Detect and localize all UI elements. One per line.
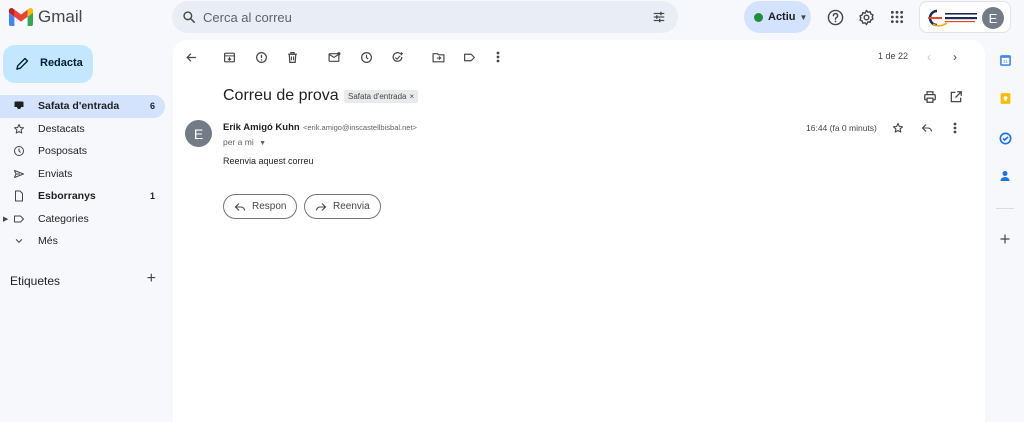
sidebar-item-drafts[interactable]: Esborranys 1 — [0, 185, 165, 208]
snooze-clock-icon[interactable] — [358, 49, 374, 65]
message-body: Reenvia aquest correu — [223, 156, 314, 166]
svg-text:31: 31 — [1003, 59, 1008, 64]
top-bar: Gmail Actiu ▼ — [0, 0, 1024, 34]
sidebar-item-label: Categories — [38, 212, 89, 225]
apps-grid-icon[interactable] — [888, 8, 906, 26]
sidebar-item-label: Safata d'entrada — [38, 100, 120, 113]
archive-icon[interactable] — [221, 49, 237, 65]
send-icon — [13, 168, 25, 180]
sidebar-item-sent[interactable]: Enviats — [0, 163, 165, 186]
compose-label: Redacta — [40, 57, 83, 69]
star-icon[interactable] — [891, 121, 905, 135]
sender-avatar[interactable]: E — [185, 120, 212, 147]
label-tag-icon[interactable] — [461, 49, 477, 65]
labels-title: Etiquetes — [10, 274, 61, 288]
search-options-icon[interactable] — [652, 10, 666, 24]
forward-button[interactable]: Reenvia — [304, 194, 381, 219]
reply-icon — [234, 202, 246, 211]
compose-button[interactable]: Redacta — [3, 45, 93, 83]
add-to-tasks-icon[interactable] — [389, 49, 405, 65]
reply-button-label: Respon — [252, 201, 287, 212]
chevron-left-icon[interactable]: ‹ — [922, 49, 936, 65]
status-dot — [754, 12, 763, 22]
report-spam-icon[interactable] — [253, 49, 269, 65]
forward-button-label: Reenvia — [333, 201, 370, 212]
chevron-right-icon[interactable]: › — [948, 49, 962, 65]
more-vert-icon[interactable] — [948, 121, 962, 135]
recipient-details[interactable]: per a mi ▼ — [223, 137, 266, 147]
draft-icon — [13, 190, 25, 202]
print-icon[interactable] — [923, 90, 937, 104]
calendar-icon[interactable]: 31 — [997, 52, 1013, 68]
app-name: Gmail — [38, 7, 83, 26]
reply-button[interactable]: Respon — [223, 194, 298, 219]
expand-arrow-icon[interactable]: ▶ — [3, 215, 8, 223]
pencil-icon — [16, 57, 29, 70]
status-selector[interactable]: Actiu ▼ — [744, 1, 811, 33]
sidebar-nav: Safata d'entrada 6 Destacats Posposats E… — [0, 95, 165, 253]
unread-count: 6 — [149, 101, 155, 112]
open-in-new-window-icon[interactable] — [949, 90, 963, 104]
sidebar-item-label: Destacats — [38, 122, 85, 135]
draft-count: 1 — [149, 191, 155, 202]
forward-icon — [315, 202, 327, 211]
labels-section-header: Etiquetes + — [10, 270, 160, 288]
sidebar-item-starred[interactable]: Destacats — [0, 118, 165, 141]
avatar[interactable]: E — [982, 7, 1004, 29]
message-time: 16:44 (fa 0 minuts) — [806, 123, 877, 133]
sidebar-item-snoozed[interactable]: Posposats — [0, 140, 165, 163]
search-icon[interactable] — [182, 10, 196, 24]
delete-icon[interactable] — [284, 49, 300, 65]
chevron-down-icon — [13, 235, 25, 247]
label-chip[interactable]: Safata d'entrada × — [344, 90, 419, 103]
school-logo — [928, 9, 977, 27]
pagination-text: 1 de 22 — [878, 51, 909, 61]
search-bar[interactable] — [172, 1, 678, 33]
remove-label-icon[interactable]: × — [409, 92, 414, 101]
tasks-icon[interactable] — [997, 130, 1013, 146]
message-view: 1 de 22 ‹ › Correu de prova Safata d'ent… — [173, 40, 985, 422]
label-icon — [13, 213, 25, 225]
label-chip-text: Safata d'entrada — [348, 92, 407, 101]
sender-name: Erik Amigó Kuhn — [223, 122, 300, 133]
settings-gear-icon[interactable] — [857, 8, 875, 26]
sidebar-item-categories[interactable]: ▶ Categories — [0, 208, 165, 231]
keep-notes-icon[interactable] — [997, 90, 1013, 106]
reply-icon[interactable] — [920, 121, 934, 135]
message-subject: Correu de prova — [223, 87, 339, 104]
sidebar-item-inbox[interactable]: Safata d'entrada 6 — [0, 95, 165, 118]
star-icon — [13, 123, 25, 135]
add-label-icon[interactable]: + — [147, 270, 156, 288]
search-input[interactable] — [203, 7, 623, 27]
back-arrow-icon[interactable] — [183, 49, 199, 65]
add-addon-icon[interactable] — [997, 231, 1013, 247]
sidebar-item-label: Posposats — [38, 145, 88, 158]
chevron-down-icon: ▼ — [799, 12, 808, 22]
sidebar-item-more[interactable]: Més — [0, 230, 165, 253]
caret-down-icon: ▼ — [259, 140, 267, 147]
sidebar-item-label: Esborranys — [38, 190, 96, 203]
contacts-icon[interactable] — [997, 168, 1013, 184]
mark-unread-icon[interactable] — [326, 49, 342, 65]
more-vert-icon[interactable] — [490, 49, 506, 65]
recipient-text: per a mi — [223, 137, 254, 147]
sidebar-item-label: Enviats — [38, 167, 73, 180]
gmail-m-icon — [9, 8, 33, 26]
move-to-folder-icon[interactable] — [430, 49, 446, 65]
help-icon[interactable] — [826, 8, 844, 26]
rail-divider — [996, 208, 1014, 209]
clock-icon — [13, 145, 25, 157]
gmail-logo[interactable]: Gmail — [9, 7, 82, 27]
sidebar-item-label: Més — [38, 235, 58, 248]
inbox-icon — [13, 100, 25, 112]
status-label: Actiu — [768, 11, 796, 23]
account-switcher[interactable]: E — [919, 1, 1011, 33]
sender-email: <erik.amigo@inscastellbisbal.net> — [303, 123, 417, 132]
